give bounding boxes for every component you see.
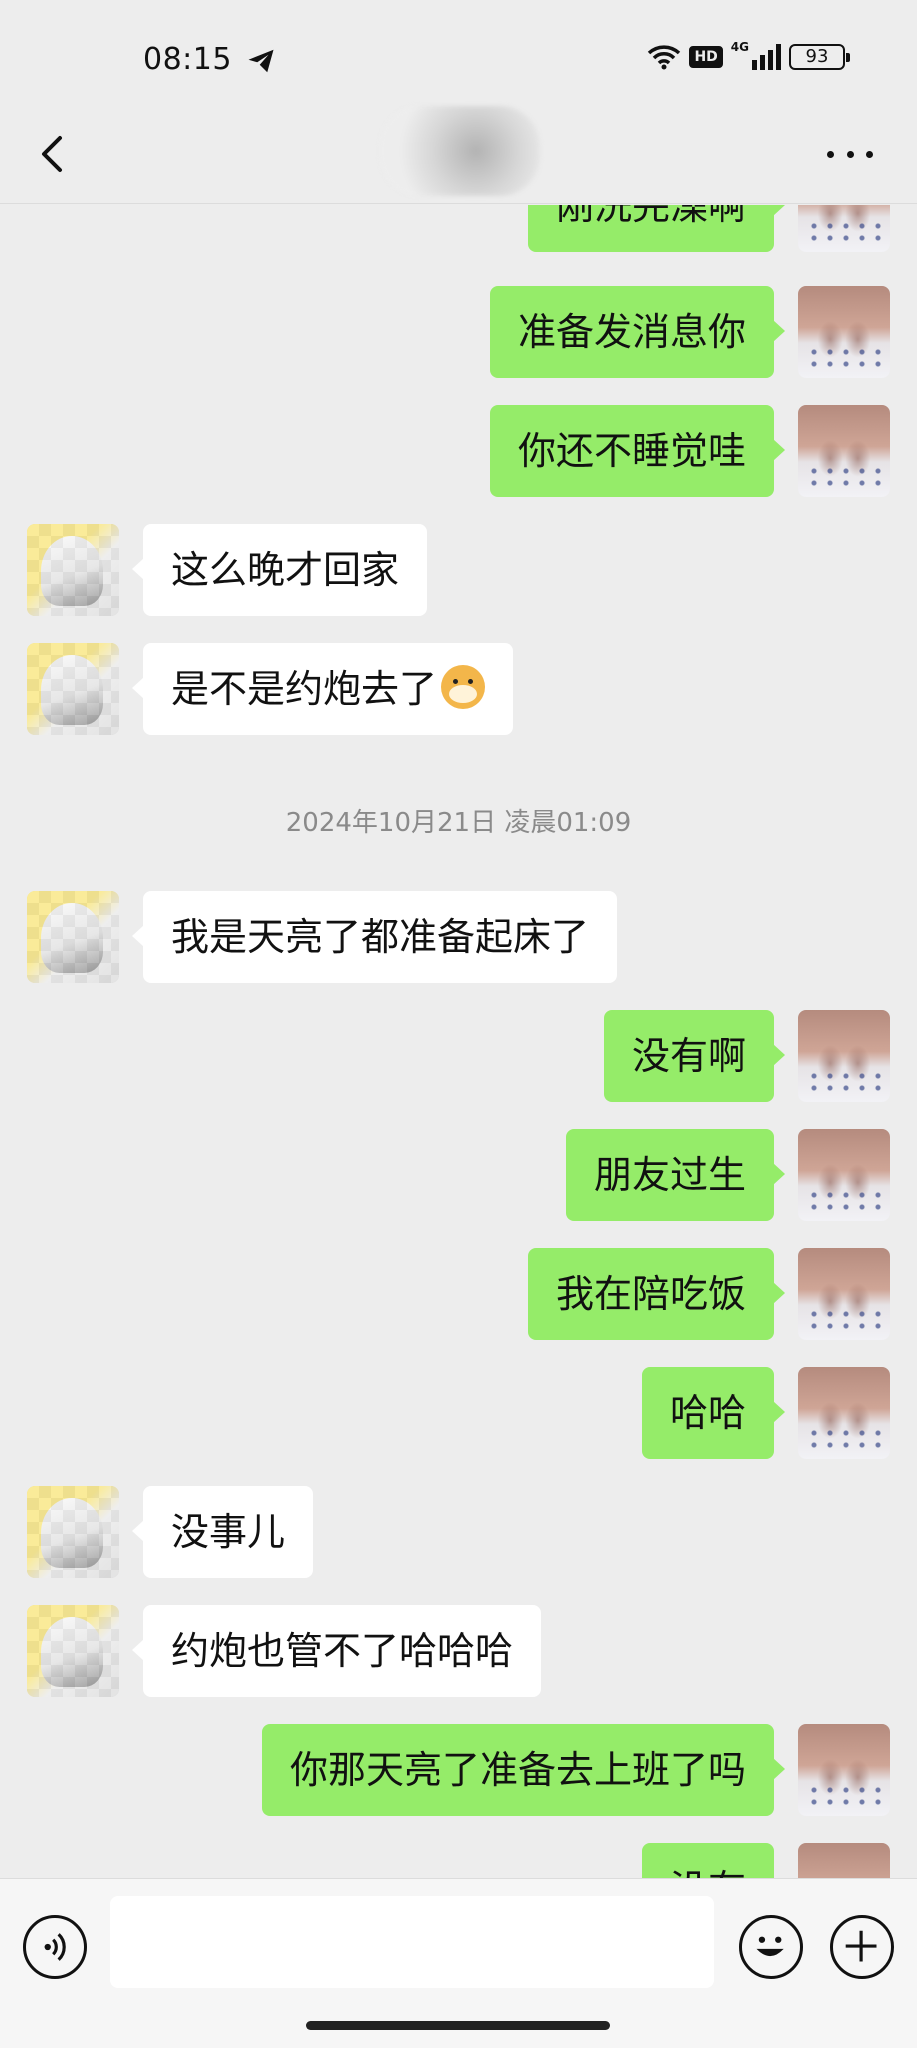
dot <box>827 150 834 158</box>
contact-name-redacted <box>380 106 540 196</box>
message-bubble[interactable]: 这么晚才回家 <box>131 524 428 616</box>
telegram-send-icon <box>248 49 274 73</box>
status-indicators: HD 4G 93 <box>647 40 850 70</box>
hd-badge: HD <box>689 46 723 68</box>
dot <box>866 150 873 158</box>
my-avatar[interactable] <box>798 1129 890 1221</box>
emoji-icon[interactable] <box>739 1915 803 1979</box>
battery-icon: 93 <box>789 44 850 70</box>
contact-avatar[interactable] <box>27 1486 119 1578</box>
message-text: 是不是约炮去了 <box>171 667 438 711</box>
contact-avatar[interactable] <box>27 643 119 735</box>
message-bubble[interactable]: 约炮也管不了哈哈哈 <box>131 1605 542 1697</box>
my-avatar[interactable] <box>798 1010 890 1102</box>
message-input[interactable] <box>110 1896 714 1988</box>
message-bubble[interactable]: 朋友过生 <box>565 1129 786 1221</box>
dot <box>846 150 854 158</box>
my-avatar[interactable] <box>798 405 890 497</box>
wifi-icon <box>648 45 681 70</box>
chat-message-list[interactable]: 刚洗完澡啊 准备发消息你 你还不睡觉哇 这么晚才回家 是不是约炮去了 2024年… <box>0 205 917 1878</box>
chat-header <box>0 106 917 204</box>
message-bubble[interactable]: 你那天亮了准备去上班了吗 <box>261 1724 786 1816</box>
message-bubble[interactable]: 你还不睡觉哇 <box>489 405 786 497</box>
network-type: 4G <box>730 40 749 54</box>
voice-icon[interactable] <box>23 1915 87 1979</box>
my-avatar[interactable] <box>798 1248 890 1340</box>
my-avatar[interactable] <box>798 1724 890 1816</box>
my-avatar[interactable] <box>798 1367 890 1459</box>
input-bar <box>0 1878 917 2048</box>
message-bubble[interactable]: 刚洗完澡啊 <box>527 205 786 252</box>
contact-avatar[interactable] <box>27 524 119 616</box>
my-avatar[interactable] <box>798 205 890 252</box>
my-avatar[interactable] <box>798 286 890 378</box>
message-bubble[interactable]: 我是天亮了都准备起床了 <box>131 891 618 983</box>
doge-emoji-icon <box>441 665 486 709</box>
message-bubble[interactable]: 没有 <box>641 1843 786 1878</box>
message-bubble[interactable]: 我在陪吃饭 <box>527 1248 786 1340</box>
message-bubble[interactable]: 是不是约炮去了 <box>131 643 514 735</box>
home-indicator[interactable] <box>306 2021 610 2030</box>
status-time: 08:15 <box>143 42 232 77</box>
message-bubble[interactable]: 哈哈 <box>641 1367 786 1459</box>
my-avatar[interactable] <box>798 1843 890 1878</box>
plus-icon[interactable] <box>830 1915 894 1979</box>
more-dots-icon[interactable] <box>827 142 873 166</box>
message-bubble[interactable]: 没事儿 <box>131 1486 314 1578</box>
signal-icon <box>752 44 781 70</box>
chevron-left-icon[interactable] <box>34 124 68 184</box>
message-bubble[interactable]: 准备发消息你 <box>489 286 786 378</box>
contact-avatar[interactable] <box>27 891 119 983</box>
message-timestamp: 2024年10月21日 凌晨01:09 <box>285 808 632 838</box>
message-bubble[interactable]: 没有啊 <box>603 1010 786 1102</box>
contact-avatar[interactable] <box>27 1605 119 1697</box>
status-bar: 08:15 HD 4G 93 <box>0 0 917 120</box>
